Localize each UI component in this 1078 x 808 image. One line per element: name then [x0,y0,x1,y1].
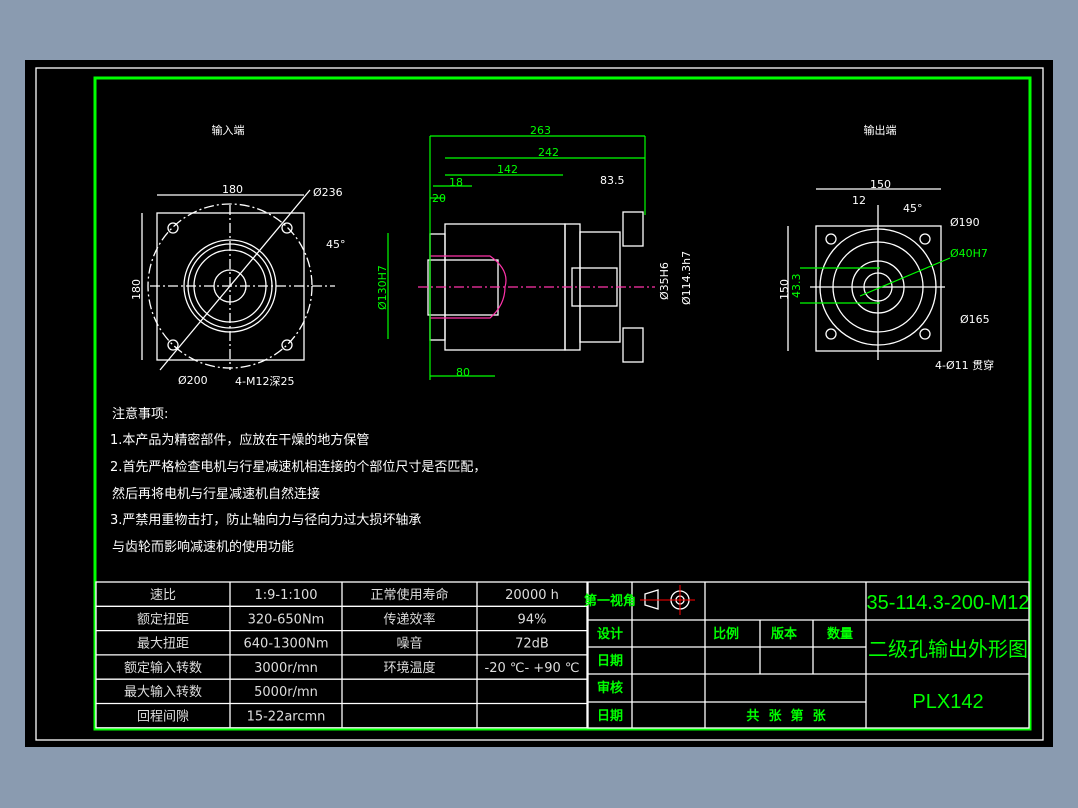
output-view-title: 输出端 [864,123,897,137]
table-cell: 94% [518,612,547,627]
dim-total-length: 263 [530,124,551,137]
dim-input-d200: Ø200 [178,374,208,387]
review-label: 审核 [597,680,623,696]
dim-20: 20 [432,192,446,205]
dim-output-width: 150 [870,178,891,191]
dim-d165: Ø165 [960,313,990,326]
dim-80: 80 [456,366,470,379]
table-cell: 5000r/mn [254,685,318,700]
table-cell: 传递效率 [383,611,435,627]
design-label: 设计 [597,626,623,642]
scale-label: 比例 [713,626,739,642]
dim-input-height: 180 [130,279,143,300]
table-cell: 72dB [515,637,549,652]
table-cell: 3000r/mn [254,661,318,676]
drawing-name: 二级孔输出外形图 [868,638,1028,661]
table-cell: 回程间隙 [137,710,189,725]
table-cell: 640-1300Nm [244,637,329,652]
sheets-label: 共 张 第 张 [746,708,826,724]
dim-43-3: 43.3 [790,274,803,299]
dim-242: 242 [538,146,559,159]
table-cell: 15-22arcmn [247,710,326,725]
note-line: 然后再将电机与行星减速机自然连接 [112,486,320,502]
projection-label: 第一视角 [584,593,636,609]
table-cell: 额定输入转数 [124,660,202,676]
table-cell: 速比 [150,588,176,603]
input-view-title: 输入端 [212,123,245,137]
dim-output-angle: 45° [903,202,923,215]
table-cell: -20 ℃- +90 ℃ [485,661,580,676]
dim-d40: Ø40H7 [950,247,988,260]
date-label: 日期 [597,654,623,669]
dim-key: 12 [852,194,866,207]
table-cell: 最大输入转数 [124,684,202,700]
dim-input-holes: 4-M12深25 [235,375,294,388]
dim-output-diameter: Ø114.3h7 [680,251,693,305]
dim-142: 142 [497,163,518,176]
dim-output-height: 150 [778,279,791,300]
quantity-label: 数量 [827,626,853,642]
table-cell: 20000 h [505,588,559,603]
dim-input-angle: 45° [326,238,346,251]
dim-output-holes: 4-Ø11 贯穿 [935,358,994,372]
table-cell: 1:9-1:100 [254,588,317,603]
date-label: 日期 [597,709,623,724]
note-line: 3.严禁用重物击打，防止轴向力与径向力过大损坏轴承 [110,512,421,528]
dim-d190: Ø190 [950,216,980,229]
note-line: 与齿轮而影响减速机的使用功能 [112,539,294,555]
table-cell: 320-650Nm [248,612,325,627]
notes-title: 注意事项: [112,406,168,422]
dim-83-5: 83.5 [600,174,625,187]
table-cell: 最大扭距 [137,637,189,652]
version-label: 版本 [771,626,797,642]
table-cell: 额定扭距 [137,612,189,627]
note-line: 2.首先严格检查电机与行星减速机相连接的个部位尺寸是否匹配， [110,459,486,475]
dim-shaft-bore: Ø35H6 [658,262,671,300]
dim-input-width: 180 [222,183,243,196]
model-number: PLX142 [912,691,983,713]
note-line: 1.本产品为精密部件，应放在干燥的地方保管 [110,432,369,448]
dim-input-d236: Ø236 [313,186,343,199]
dim-18: 18 [449,176,463,189]
cad-drawing: 输入端 180 Ø236 45° 180 Ø200 4-M12深25 263 2… [25,60,1053,747]
table-cell: 环境温度 [383,660,435,676]
table-cell: 噪音 [396,636,422,652]
drawing-number: 35-114.3-200-M12 [866,592,1029,614]
dim-input-bore: Ø130H7 [376,265,389,310]
table-cell: 正常使用寿命 [370,587,448,603]
